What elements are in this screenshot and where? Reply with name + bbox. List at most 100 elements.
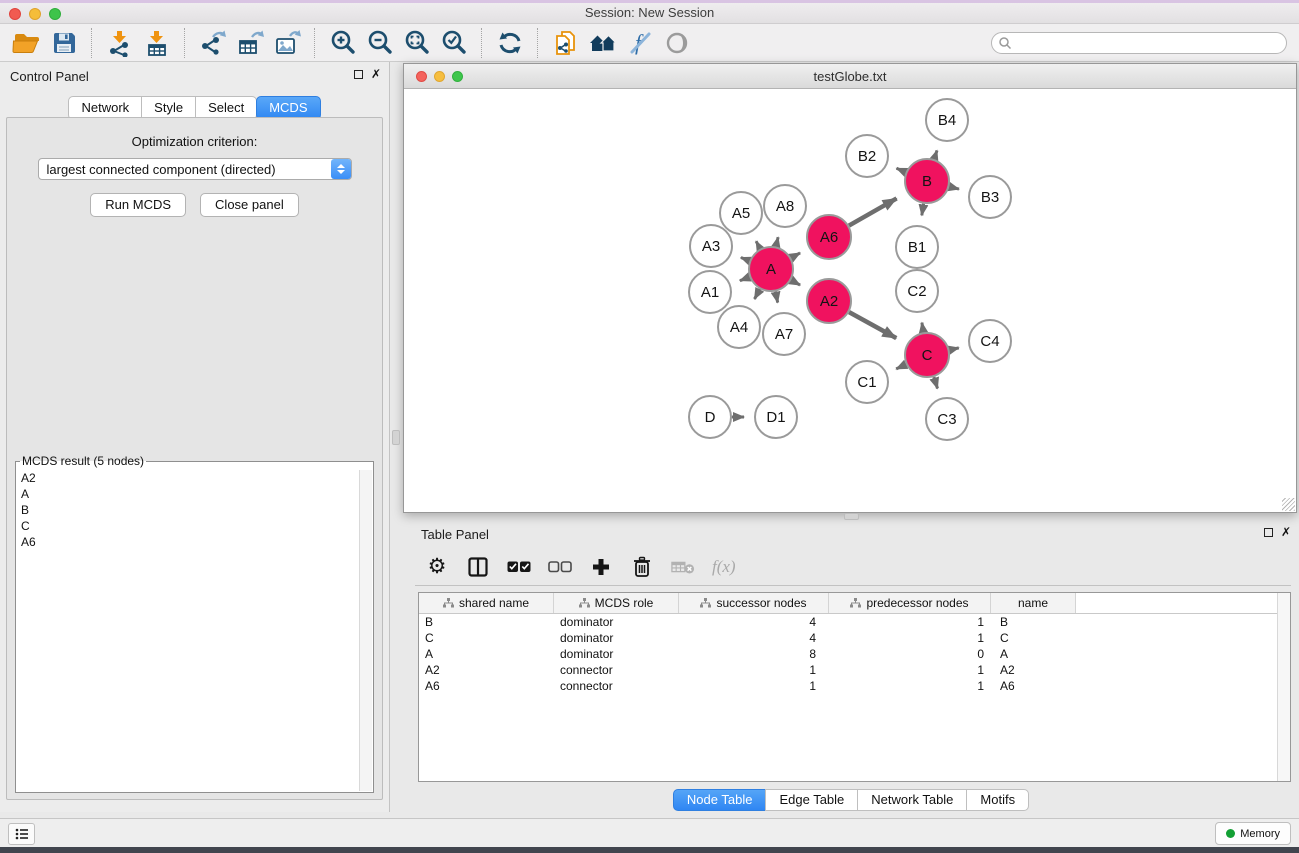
- graph-node-B3[interactable]: B3: [969, 176, 1011, 218]
- graph-node-B1[interactable]: B1: [896, 226, 938, 268]
- function-builder-button[interactable]: f(x): [712, 555, 736, 579]
- table-cell[interactable]: 1: [829, 679, 991, 693]
- table-cell[interactable]: A6: [419, 679, 554, 693]
- table-cell[interactable]: B: [419, 615, 554, 629]
- table-cell[interactable]: 1: [679, 663, 829, 677]
- graph-node-D1[interactable]: D1: [755, 396, 797, 438]
- mcds-result-item[interactable]: C: [17, 518, 359, 534]
- mcds-result-item[interactable]: B: [17, 502, 359, 518]
- graph-edge-A-A2[interactable]: [791, 280, 800, 285]
- close-panel-icon[interactable]: ✗: [1281, 527, 1291, 538]
- graph-node-C[interactable]: C: [905, 333, 949, 377]
- search-box[interactable]: [991, 32, 1287, 54]
- close-panel-button[interactable]: Close panel: [200, 193, 299, 217]
- column-header-MCDS-role[interactable]: MCDS role: [554, 593, 679, 613]
- tab-node-table[interactable]: Node Table: [673, 789, 767, 811]
- table-row[interactable]: A2connector11A2: [419, 662, 1290, 678]
- optimization-criterion-select[interactable]: largest connected component (directed): [38, 158, 352, 180]
- graph-node-A2[interactable]: A2: [807, 279, 851, 323]
- table-cell[interactable]: 0: [829, 647, 991, 661]
- graph-edge-C-C4[interactable]: [950, 348, 959, 350]
- graph-edge-B-B3[interactable]: [949, 187, 959, 189]
- close-panel-icon[interactable]: ✗: [371, 69, 381, 80]
- tab-motifs[interactable]: Motifs: [966, 789, 1029, 811]
- table-cell[interactable]: A: [419, 647, 554, 661]
- vertical-divider-handle[interactable]: [392, 430, 400, 445]
- graph-node-A8[interactable]: A8: [764, 185, 806, 227]
- table-row[interactable]: Cdominator41C: [419, 630, 1290, 646]
- graph-node-B4[interactable]: B4: [926, 99, 968, 141]
- window-resize-grip[interactable]: [1282, 498, 1295, 511]
- table-cell[interactable]: A6: [991, 679, 1076, 693]
- open-session-button[interactable]: [8, 26, 45, 59]
- create-column-button[interactable]: [589, 555, 613, 579]
- column-header-shared-name[interactable]: shared name: [419, 593, 554, 613]
- graph-edge-B-B1[interactable]: [922, 204, 924, 216]
- graph-edge-A-A7[interactable]: [776, 292, 778, 303]
- graph-node-D[interactable]: D: [689, 396, 731, 438]
- table-cell[interactable]: connector: [554, 663, 679, 677]
- show-columns-button[interactable]: [466, 555, 490, 579]
- network-window-titlebar[interactable]: testGlobe.txt: [404, 64, 1296, 89]
- graph-edge-A-A8[interactable]: [776, 237, 778, 246]
- select-all-button[interactable]: [507, 555, 531, 579]
- mcds-result-list[interactable]: A2ABCA6: [17, 470, 359, 791]
- mcds-result-item[interactable]: A: [17, 486, 359, 502]
- graph-node-B[interactable]: B: [905, 159, 949, 203]
- show-hide-button[interactable]: [658, 26, 695, 59]
- run-mcds-button[interactable]: Run MCDS: [90, 193, 186, 217]
- graph-node-C4[interactable]: C4: [969, 320, 1011, 362]
- table-cell[interactable]: 1: [829, 631, 991, 645]
- zoom-in-button[interactable]: [324, 26, 361, 59]
- network-canvas[interactable]: AA1A2A3A4A5A6A7A8BB1B2B3B4CC1C2C3C4DD1: [404, 89, 1296, 512]
- graph-node-C1[interactable]: C1: [846, 361, 888, 403]
- graph-edge-C-C1[interactable]: [896, 364, 906, 369]
- column-header-successor-nodes[interactable]: successor nodes: [679, 593, 829, 613]
- graph-node-A6[interactable]: A6: [807, 215, 851, 259]
- graph-edge-A-A3[interactable]: [741, 258, 750, 261]
- import-network-button[interactable]: [101, 26, 138, 59]
- deselect-all-button[interactable]: [548, 555, 572, 579]
- table-cell[interactable]: A: [991, 647, 1076, 661]
- delete-table-button[interactable]: [671, 555, 695, 579]
- zoom-selected-button[interactable]: [435, 26, 472, 59]
- graph-edge-C-C2[interactable]: [922, 323, 924, 333]
- table-cell[interactable]: A2: [991, 663, 1076, 677]
- graph-edge-B-B4[interactable]: [934, 150, 937, 159]
- toggle-graphics-details-button[interactable]: f: [621, 26, 658, 59]
- table-cell[interactable]: dominator: [554, 647, 679, 661]
- graph-node-C2[interactable]: C2: [896, 270, 938, 312]
- table-row[interactable]: A6connector11A6: [419, 678, 1290, 694]
- graph-edge-A6-B[interactable]: [849, 198, 897, 225]
- memory-button[interactable]: Memory: [1215, 822, 1291, 845]
- delete-column-button[interactable]: [630, 555, 654, 579]
- graph-edge-A-A1[interactable]: [740, 277, 750, 281]
- refresh-view-button[interactable]: [491, 26, 528, 59]
- table-cell[interactable]: dominator: [554, 615, 679, 629]
- graph-node-A4[interactable]: A4: [718, 306, 760, 348]
- graph-node-A7[interactable]: A7: [763, 313, 805, 355]
- task-history-button[interactable]: [8, 823, 35, 845]
- export-network-button[interactable]: [194, 26, 231, 59]
- export-image-button[interactable]: [268, 26, 305, 59]
- graph-node-A3[interactable]: A3: [690, 225, 732, 267]
- import-table-button[interactable]: [138, 26, 175, 59]
- tab-network-table[interactable]: Network Table: [857, 789, 967, 811]
- graph-edge-C-C3[interactable]: [934, 377, 938, 389]
- table-row[interactable]: Bdominator41B: [419, 614, 1290, 630]
- zoom-fit-button[interactable]: [398, 26, 435, 59]
- mcds-result-scrollbar[interactable]: [359, 470, 372, 791]
- graph-node-C3[interactable]: C3: [926, 398, 968, 440]
- table-scrollbar[interactable]: [1277, 593, 1290, 781]
- tab-edge-table[interactable]: Edge Table: [765, 789, 858, 811]
- table-row[interactable]: Adominator80A: [419, 646, 1290, 662]
- horizontal-divider-handle[interactable]: [844, 513, 859, 520]
- column-header-name[interactable]: name: [991, 593, 1076, 613]
- graph-node-A[interactable]: A: [749, 247, 793, 291]
- table-settings-button[interactable]: ⚙: [425, 555, 449, 579]
- graph-node-A5[interactable]: A5: [720, 192, 762, 234]
- table-cell[interactable]: 8: [679, 647, 829, 661]
- table-cell[interactable]: C: [419, 631, 554, 645]
- table-cell[interactable]: 1: [829, 615, 991, 629]
- graph-node-A1[interactable]: A1: [689, 271, 731, 313]
